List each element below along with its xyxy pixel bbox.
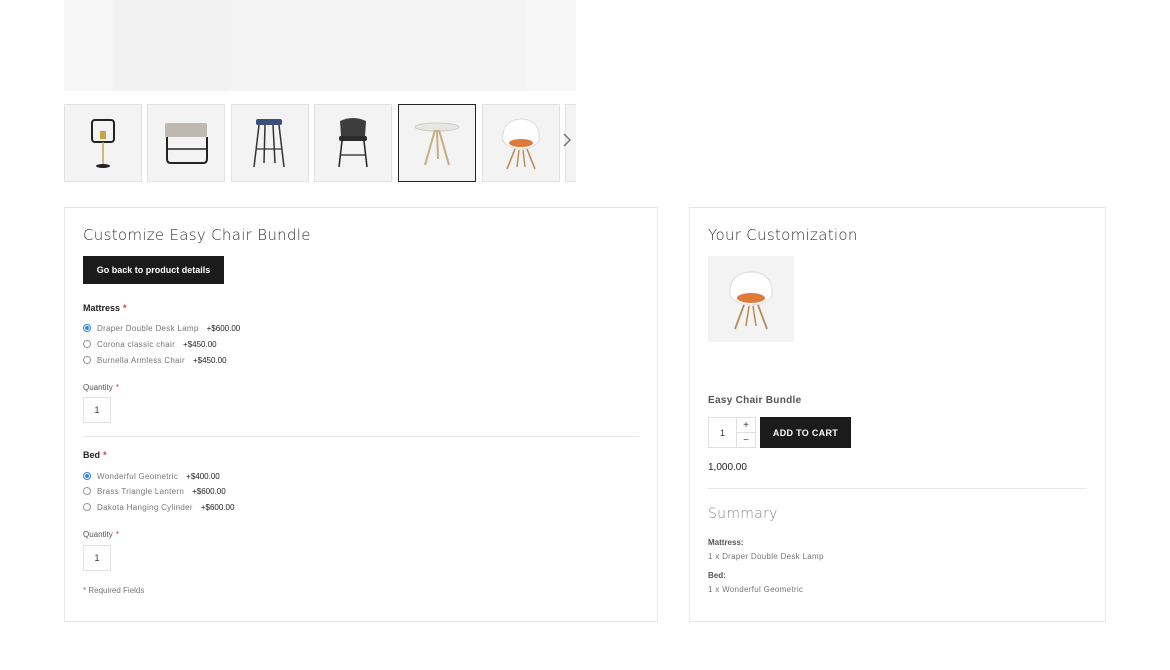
decrement-button[interactable]: − xyxy=(737,433,755,448)
customize-panel: Customize Easy Chair Bundle Go back to p… xyxy=(64,207,658,622)
main-product-image xyxy=(64,0,576,91)
quantity-input[interactable]: 1 xyxy=(83,545,111,571)
divider xyxy=(708,488,1087,489)
lamp-icon xyxy=(91,119,115,168)
radio-button[interactable] xyxy=(83,487,91,495)
cart-quantity-input[interactable]: 1 xyxy=(708,417,737,448)
thumbnail-easy-chair[interactable] xyxy=(482,104,560,182)
customize-title: Customize Easy Chair Bundle xyxy=(83,226,311,244)
summary-value-bed: 1 x Wonderful Geometric xyxy=(708,585,804,594)
quantity-label: Quantity * xyxy=(83,530,119,539)
summary-value-mattress: 1 x Draper Double Desk Lamp xyxy=(708,552,824,561)
thumbnail-strip xyxy=(64,104,576,182)
your-customization-title: Your Customization xyxy=(708,226,858,244)
chevron-right-icon[interactable] xyxy=(562,130,574,150)
radio-button[interactable] xyxy=(83,324,91,332)
dark-stool-icon xyxy=(338,118,368,168)
summary-title: Summary xyxy=(708,506,778,522)
round-table-icon xyxy=(414,122,460,166)
customization-preview-image xyxy=(708,256,794,342)
radio-button[interactable] xyxy=(83,340,91,348)
add-to-cart-button[interactable]: ADD TO CART xyxy=(760,417,851,448)
increment-button[interactable]: + xyxy=(737,418,755,433)
divider xyxy=(83,436,639,437)
option-row[interactable]: Wonderful Geometric +$400.00 xyxy=(83,470,220,482)
product-name: Easy Chair Bundle xyxy=(708,395,802,406)
thumbnail-lamp[interactable] xyxy=(64,104,142,182)
radio-button[interactable] xyxy=(83,503,91,511)
quantity-label: Quantity * xyxy=(83,383,119,392)
option-row[interactable]: Burnella Armless Chair +$450.00 xyxy=(83,354,227,366)
option-row[interactable]: Brass Triangle Lantern +$600.00 xyxy=(83,485,226,497)
radio-button[interactable] xyxy=(83,472,91,480)
back-to-product-button[interactable]: Go back to product details xyxy=(83,256,224,284)
thumbnail-round-table[interactable] xyxy=(398,104,476,182)
summary-label-mattress: Mattress: xyxy=(708,538,744,547)
quantity-input[interactable]: 1 xyxy=(83,397,111,423)
bar-stool-icon xyxy=(253,119,285,168)
thumbnail-bench[interactable] xyxy=(147,104,225,182)
thumbnail-bar-stool[interactable] xyxy=(231,104,309,182)
option-row[interactable]: Dakota Hanging Cylinder +$600.00 xyxy=(83,501,234,513)
group-label-bed: Bed * xyxy=(83,450,107,460)
easy-chair-icon xyxy=(729,271,773,330)
radio-button[interactable] xyxy=(83,356,91,364)
summary-label-bed: Bed: xyxy=(708,571,726,580)
quantity-stepper: + − xyxy=(737,417,756,448)
your-customization-panel: Your Customization Easy Chair Bundle 1 +… xyxy=(689,207,1106,622)
required-fields-note: * Required Fields xyxy=(83,586,145,595)
thumbnail-dark-stool[interactable] xyxy=(314,104,392,182)
total-price: 1,000.00 xyxy=(708,462,747,473)
option-row[interactable]: Corona classic chair +$450.00 xyxy=(83,338,217,350)
option-row[interactable]: Draper Double Desk Lamp +$600.00 xyxy=(83,322,240,334)
easy-chair-icon xyxy=(502,118,540,170)
group-label-mattress: Mattress * xyxy=(83,303,127,313)
bench-icon xyxy=(165,123,208,164)
